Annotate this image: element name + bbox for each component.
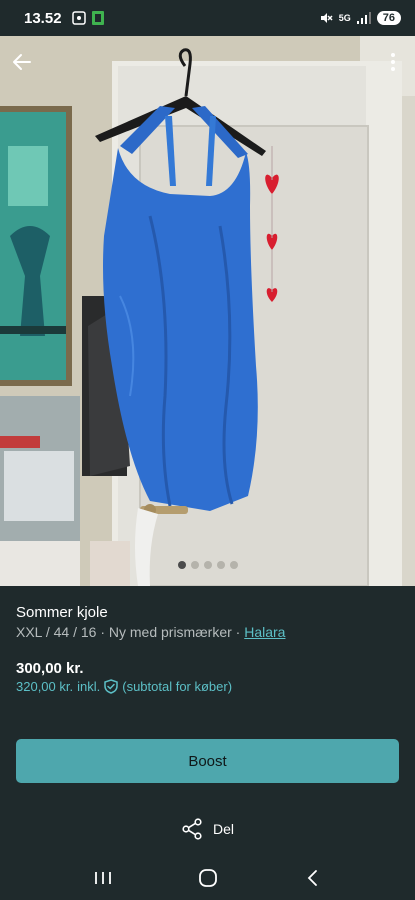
back-icon[interactable]	[298, 863, 328, 893]
price-incl-value: 320,00 kr.	[16, 679, 74, 694]
system-nav-bar	[0, 855, 415, 900]
subtotal-note: (subtotal for køber)	[122, 679, 233, 694]
signal-icon	[356, 12, 371, 24]
pagination-dot[interactable]	[229, 561, 238, 569]
recent-apps-icon[interactable]	[88, 863, 118, 893]
dress-photo-image	[0, 36, 415, 586]
pagination-dot-active[interactable]	[177, 561, 186, 569]
listing-photo[interactable]	[0, 36, 415, 586]
status-time: 13.52	[24, 9, 62, 27]
mute-icon	[320, 13, 333, 23]
share-button[interactable]: Del	[0, 818, 415, 840]
price-incl-protection[interactable]: 320,00 kr. inkl. (subtotal for køber)	[16, 679, 232, 694]
pagination-dot[interactable]	[203, 561, 212, 569]
status-right-icons: 5G 76	[319, 11, 401, 25]
price-incl-label: inkl.	[77, 679, 101, 694]
status-bar: 13.52 5G 76	[0, 0, 415, 36]
share-icon	[182, 818, 202, 840]
app-notification-icon	[91, 11, 104, 25]
back-arrow-icon[interactable]	[10, 50, 34, 74]
listing-title: Sommer kjole	[16, 604, 108, 621]
pagination-dot[interactable]	[190, 561, 199, 569]
home-icon[interactable]	[193, 863, 223, 893]
listing-price: 300,00 kr.	[16, 660, 84, 677]
more-vertical-icon[interactable]	[383, 50, 403, 74]
pagination-dot[interactable]	[216, 561, 225, 569]
boost-button[interactable]: Boost	[16, 739, 399, 783]
battery-icon: 76	[376, 11, 401, 25]
screenshot-icon	[71, 11, 86, 25]
status-left-icons	[71, 11, 104, 25]
share-label: Del	[212, 821, 234, 837]
photo-pagination	[0, 561, 415, 569]
listing-size-condition: XXL / 44 / 16 · Ny med prismærker ·	[16, 624, 245, 640]
listing-meta: XXL / 44 / 16 · Ny med prismærker · Hala…	[16, 624, 285, 640]
shield-check-icon	[104, 679, 118, 694]
network-label: 5G	[338, 13, 351, 23]
brand-link[interactable]: Halara	[244, 624, 285, 640]
